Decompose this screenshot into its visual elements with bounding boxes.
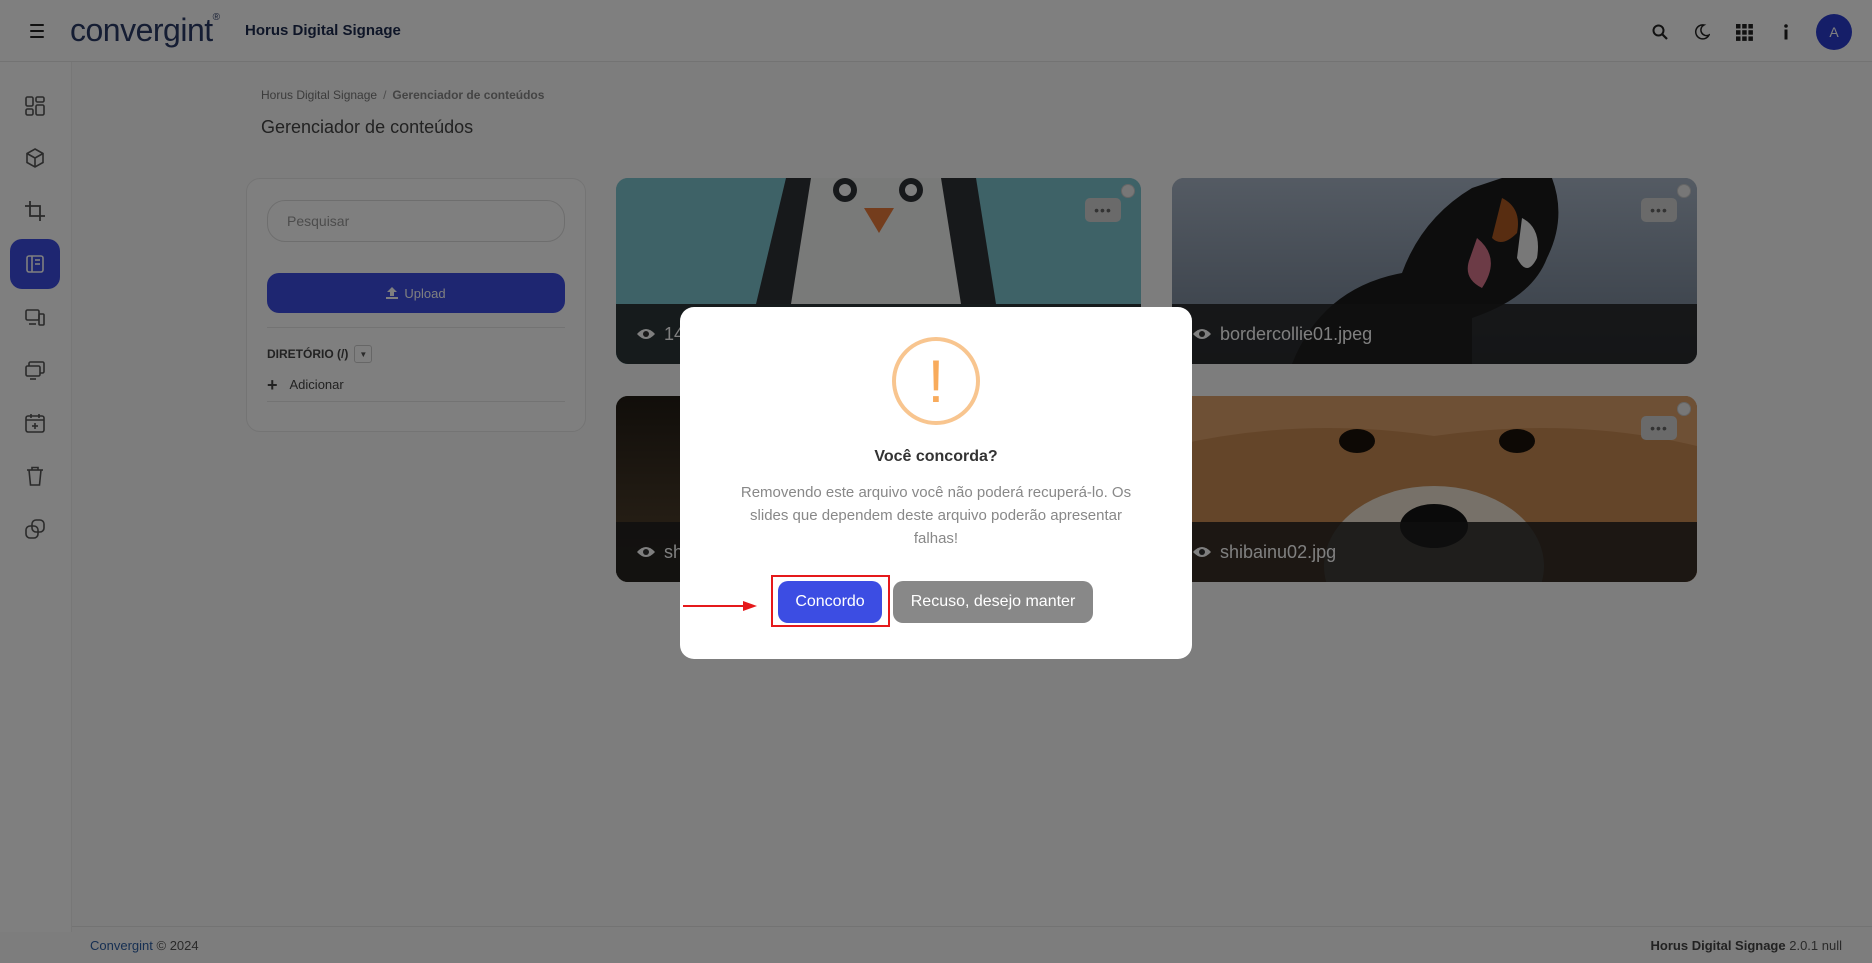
dialog-message: Removendo este arquivo você não poderá r… — [740, 484, 1132, 547]
confirm-button[interactable]: Concordo — [778, 581, 882, 623]
dialog-title: Você concorda? — [874, 448, 998, 465]
warning-icon: ! — [892, 337, 980, 425]
cancel-button[interactable]: Recuso, desejo manter — [893, 581, 1093, 623]
annotation-arrow-icon — [683, 601, 757, 611]
